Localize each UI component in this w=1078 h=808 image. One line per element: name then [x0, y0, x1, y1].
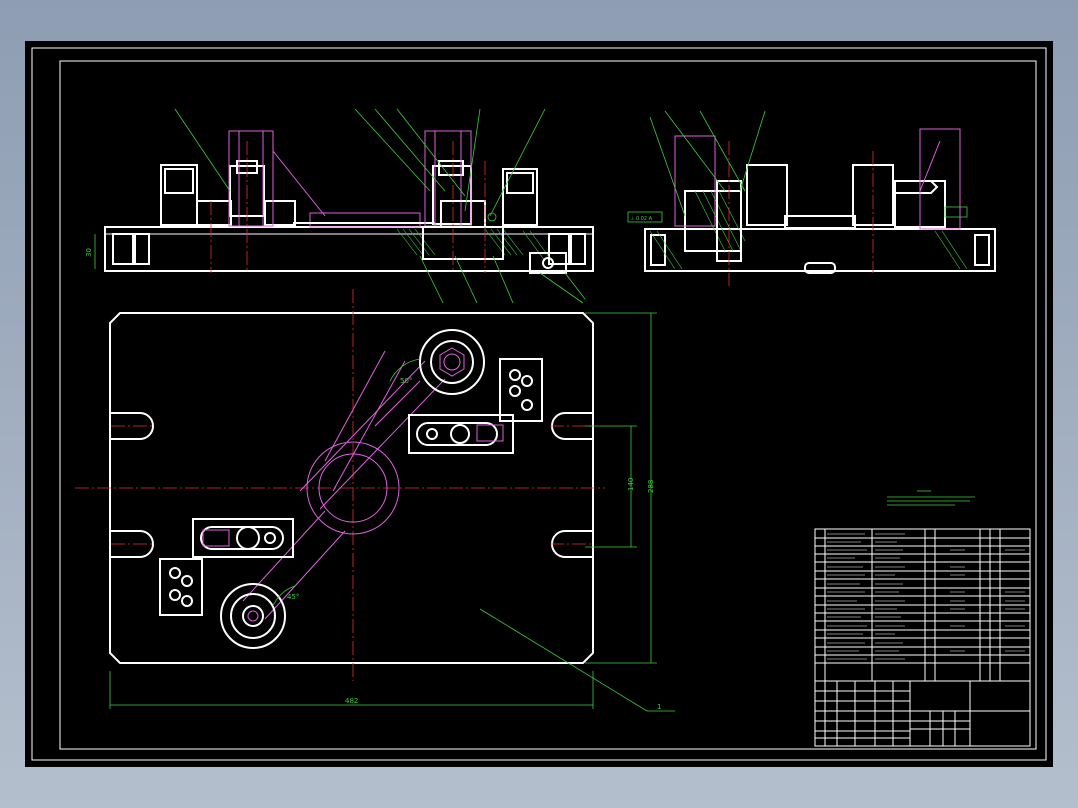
slot-spacing-dimension: 140	[627, 478, 635, 491]
parts-list	[814, 528, 1031, 682]
cad-drawing: 30 ⊥ 0.02 A 50° 45° 482 288 140 1	[31, 47, 1047, 761]
angle-upper-label: 50°	[400, 377, 412, 385]
technical-notes	[887, 490, 975, 506]
overall-height-dimension: 288	[647, 480, 655, 493]
base-height-dimension: 30	[85, 248, 93, 257]
side-view: ⊥ 0.02 A	[627, 110, 996, 286]
title-block	[814, 680, 1031, 747]
part-callout-label: 1	[657, 703, 661, 711]
cad-drawing-canvas[interactable]: 30 ⊥ 0.02 A 50° 45° 482 288 140 1	[25, 41, 1053, 767]
plan-view: 50° 45° 482 288 140 1	[75, 289, 675, 712]
tolerance-frame: ⊥ 0.02 A	[630, 216, 653, 222]
front-view: 30	[85, 108, 594, 304]
overall-width-dimension: 482	[345, 697, 358, 705]
outer-frame	[31, 47, 1047, 761]
angle-lower-label: 45°	[287, 593, 299, 601]
